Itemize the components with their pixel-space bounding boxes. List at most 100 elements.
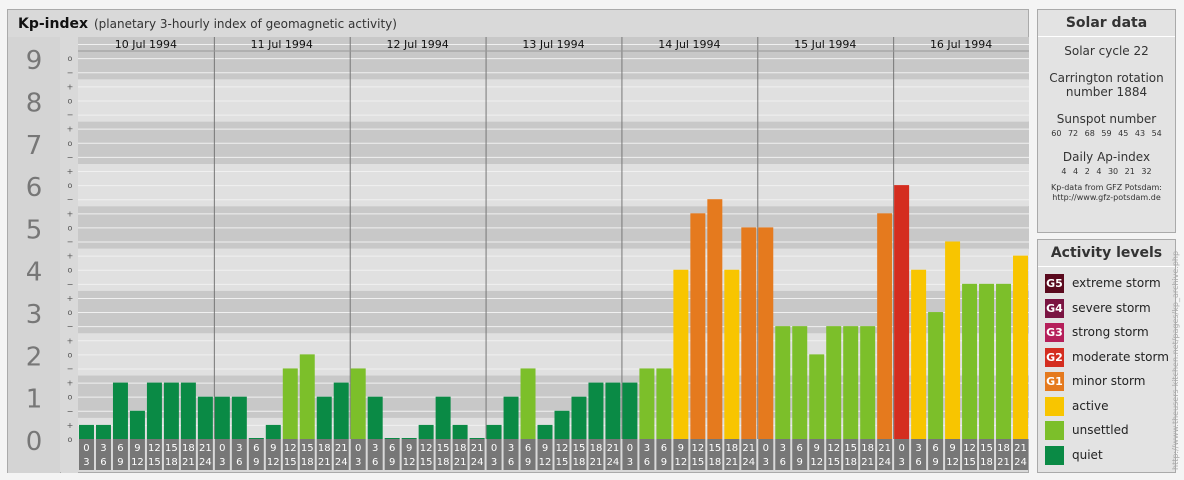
activity-level-label: active	[1072, 398, 1109, 413]
y-tick-label: 7	[26, 131, 43, 161]
hour-label-end: 21	[997, 457, 1010, 468]
sunspot-values: 60 72 68 59 45 43 54	[1051, 129, 1162, 138]
hour-label-end: 12	[403, 457, 416, 468]
minor-tick-label: +	[67, 252, 74, 261]
hour-label-start: 0	[83, 443, 89, 454]
kp-bar	[724, 269, 740, 439]
hour-label-start: 9	[134, 443, 140, 454]
y-tick-label: 3	[26, 300, 43, 330]
carrington-label: Carrington rotation	[1049, 71, 1164, 85]
kp-bar	[384, 438, 400, 439]
hour-label-start: 0	[898, 443, 904, 454]
hour-label-start: 18	[997, 443, 1010, 454]
kp-bar	[231, 396, 247, 439]
day-label: 11 Jul 1994	[251, 38, 313, 51]
kp-bar	[979, 283, 995, 439]
kp-bar	[945, 241, 961, 439]
hour-label-start: 18	[590, 443, 603, 454]
hour-label-end: 9	[797, 457, 803, 468]
hour-label-end: 9	[661, 457, 667, 468]
kp-bar	[605, 382, 621, 439]
hour-label-end: 9	[932, 457, 938, 468]
hour-label-start: 6	[389, 443, 395, 454]
day-label: 13 Jul 1994	[522, 38, 584, 51]
kp-bar	[707, 199, 723, 439]
hour-label-start: 15	[708, 443, 721, 454]
activity-level-item: active	[1045, 396, 1171, 416]
minor-tick-label: o	[68, 308, 73, 317]
hour-label-start: 15	[165, 443, 178, 454]
minor-tick-label: +	[67, 82, 74, 91]
day-label: 16 Jul 1994	[930, 38, 992, 51]
minor-tick-label: o	[68, 54, 73, 63]
source-label: Kp-data from GFZ Potsdam:	[1051, 183, 1162, 192]
hour-label-end: 9	[117, 457, 123, 468]
activity-level-item: G5 extreme storm	[1045, 274, 1171, 293]
hour-label-end: 3	[898, 457, 904, 468]
kp-bar	[554, 410, 570, 439]
ap-title: Daily Ap-index	[1062, 150, 1151, 164]
kp-bar	[962, 283, 978, 439]
hour-label-end: 3	[763, 457, 769, 468]
hour-label-start: 21	[742, 443, 755, 454]
activity-level-swatch	[1045, 445, 1064, 465]
y-tick-label: 0	[26, 427, 43, 457]
hour-label-end: 9	[525, 457, 531, 468]
hour-label-end: 15	[148, 457, 161, 468]
hour-label-start: 12	[691, 443, 704, 454]
hour-label-start: 0	[355, 443, 361, 454]
hour-label-start: 9	[814, 443, 820, 454]
hour-label-end: 9	[389, 457, 395, 468]
activity-level-swatch: G5	[1045, 274, 1064, 293]
kp-chart: 0123456789o+o+−o+−o+−o+−o+−o+−o+−o+−o−10…	[8, 37, 1029, 473]
activity-level-item: G3 strong storm	[1045, 323, 1171, 342]
hour-label-start: 21	[878, 443, 891, 454]
hour-label-start: 12	[420, 443, 433, 454]
kp-bar	[656, 368, 672, 439]
hour-label-end: 3	[491, 457, 497, 468]
minor-tick-label: o	[68, 266, 73, 275]
activity-levels-panel: Activity levels G5 extreme storm G4 severe …	[1037, 239, 1176, 473]
hour-label-end: 6	[644, 457, 650, 468]
hour-label-start: 18	[182, 443, 195, 454]
hour-label-start: 3	[236, 443, 242, 454]
activity-level-swatch: G4	[1045, 298, 1064, 318]
solar-data-title: Solar data	[1038, 10, 1175, 37]
activity-level-swatch: G3	[1045, 323, 1064, 342]
hour-label-end: 21	[454, 457, 467, 468]
kp-bar	[622, 382, 638, 439]
minor-tick-label: −	[67, 280, 74, 289]
activity-level-swatch: G1	[1045, 372, 1064, 391]
kp-bar	[180, 382, 196, 439]
hour-label-end: 12	[674, 457, 687, 468]
hour-label-start: 18	[454, 443, 467, 454]
kp-bar	[418, 424, 434, 439]
minor-tick-label: −	[67, 407, 74, 416]
kp-bar	[673, 269, 689, 439]
minor-tick-label: o	[68, 223, 73, 232]
kp-bar	[588, 382, 604, 439]
hour-label-end: 24	[199, 457, 212, 468]
hour-label-end: 18	[165, 457, 178, 468]
activity-level-item: unsettled	[1045, 421, 1171, 440]
source-link[interactable]: http://www.gfz-potsdam.de	[1038, 193, 1175, 203]
kp-bar	[112, 382, 128, 439]
hour-label-start: 12	[284, 443, 297, 454]
activity-level-swatch	[1045, 396, 1064, 416]
activity-level-item: G1 minor storm	[1045, 372, 1171, 391]
kp-bar	[843, 326, 859, 439]
day-label: 10 Jul 1994	[115, 38, 177, 51]
hour-label-end: 12	[267, 457, 280, 468]
hour-label-end: 21	[182, 457, 195, 468]
hour-label-end: 24	[742, 457, 755, 468]
activity-level-label: unsettled	[1072, 423, 1129, 437]
kp-bar	[452, 424, 468, 439]
kp-bar	[197, 396, 213, 439]
kp-bar	[911, 269, 927, 439]
hour-label-start: 3	[915, 443, 921, 454]
minor-tick-label: −	[67, 195, 74, 204]
hour-label-end: 3	[83, 457, 89, 468]
minor-tick-label: o	[68, 139, 73, 148]
minor-tick-label: +	[67, 209, 74, 218]
kp-bar	[265, 424, 281, 439]
